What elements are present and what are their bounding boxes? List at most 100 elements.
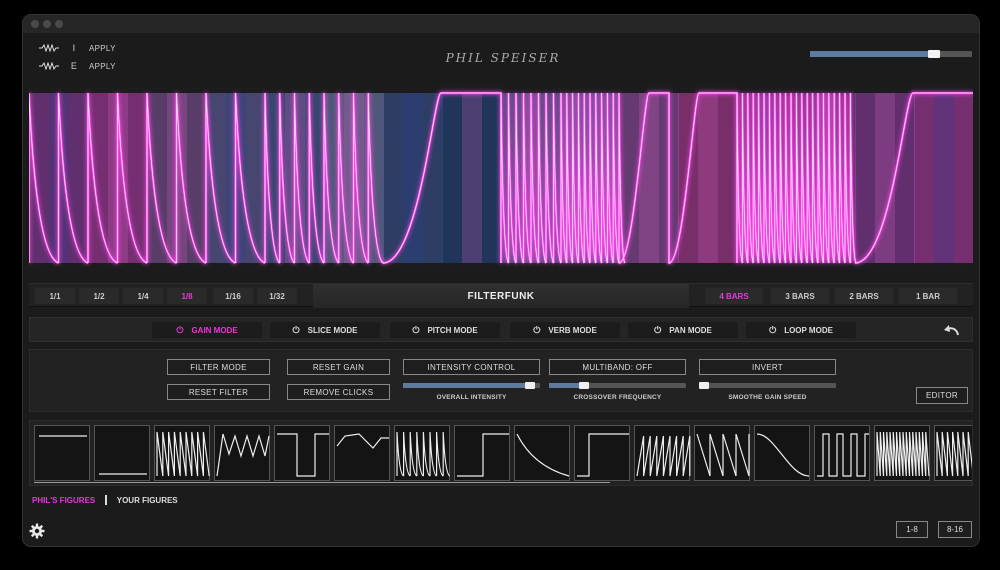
undo-icon[interactable] — [942, 323, 960, 337]
slider-thumb[interactable] — [699, 382, 709, 389]
figure-shape — [756, 433, 810, 477]
modifier-row-i[interactable]: I APPLY — [39, 43, 116, 53]
figure-thumbnail[interactable] — [394, 425, 451, 481]
division-button[interactable]: 1/16 — [213, 288, 253, 304]
figure-thumbnail[interactable] — [934, 425, 972, 481]
figure-shape — [277, 433, 329, 477]
figure-thumbnail[interactable] — [214, 425, 270, 481]
power-icon: ⏻ — [533, 324, 541, 335]
reset-gain-button[interactable]: RESET GAIN — [287, 359, 390, 375]
modifier-letter: E — [70, 61, 78, 71]
overall-intensity-slider[interactable] — [403, 382, 540, 389]
figure-shape — [936, 431, 972, 477]
figure-tabs: PHIL'S FIGURES YOUR FIGURES — [32, 495, 178, 505]
horizontal-scrollbar[interactable] — [34, 482, 610, 483]
figure-shape — [156, 431, 210, 477]
mode-button[interactable]: ⏻ SLICE MODE — [270, 322, 380, 338]
filter-mode-button[interactable]: FILTER MODE — [167, 359, 270, 375]
envelope-graph — [29, 91, 973, 265]
power-icon: ⏻ — [292, 324, 300, 335]
zoom-window-button[interactable] — [55, 20, 63, 28]
figure-thumbnail[interactable] — [754, 425, 810, 481]
figure-thumbnail[interactable] — [814, 425, 870, 481]
title-bar — [23, 15, 979, 33]
mode-label: VERB MODE — [548, 325, 597, 335]
figure-thumbnail[interactable] — [874, 425, 930, 481]
multiband-toggle[interactable]: MULTIBAND: OFF — [549, 359, 686, 375]
figure-shape — [39, 435, 87, 437]
waveform-display[interactable] — [29, 85, 973, 270]
preset-name[interactable]: FILTERFUNK — [313, 284, 689, 308]
mode-button[interactable]: ⏻ PITCH MODE — [390, 322, 500, 338]
gear-icon[interactable] — [29, 523, 45, 539]
figure-thumbnail[interactable] — [574, 425, 630, 481]
bar-length-button[interactable]: 4 BARS — [705, 288, 763, 304]
mode-label: LOOP MODE — [784, 325, 833, 335]
power-icon: ⏻ — [412, 324, 420, 335]
mode-button[interactable]: ⏻ GAIN MODE — [152, 322, 262, 338]
figure-shape — [636, 435, 691, 477]
slider-fill — [403, 383, 534, 388]
slider-fill — [810, 51, 937, 57]
division-button[interactable]: 1/32 — [257, 288, 297, 304]
figure-shape — [516, 433, 570, 477]
bar-length-button[interactable]: 2 BARS — [835, 288, 893, 304]
crossover-frequency-slider[interactable] — [549, 382, 686, 389]
bar-length-button[interactable]: 3 BARS — [771, 288, 829, 304]
modifier-row-e[interactable]: E APPLY — [39, 61, 116, 71]
page-1-8-button[interactable]: 1-8 — [896, 521, 928, 538]
mode-label: PITCH MODE — [427, 325, 478, 335]
figure-thumbnail[interactable] — [274, 425, 330, 481]
control-panel: FILTER MODE RESET FILTER RESET GAIN REMO… — [29, 349, 973, 412]
mode-button[interactable]: ⏻ LOOP MODE — [746, 322, 856, 338]
figure-thumbnail[interactable] — [94, 425, 150, 481]
tab-separator — [105, 495, 107, 505]
figure-thumbnail[interactable] — [694, 425, 750, 481]
mode-label: PAN MODE — [669, 325, 712, 335]
slider-thumb[interactable] — [579, 382, 590, 389]
slider-thumb[interactable] — [928, 50, 941, 58]
bar-length-button[interactable]: 1 BAR — [899, 288, 957, 304]
figure-shape — [396, 431, 451, 477]
division-button[interactable]: 1/4 — [123, 288, 163, 304]
apply-button[interactable]: APPLY — [89, 62, 116, 71]
figure-shape — [876, 431, 930, 477]
slider-thumb[interactable] — [525, 382, 536, 389]
power-icon: ⏻ — [654, 324, 662, 335]
figure-shape — [99, 473, 147, 475]
waveform-icon — [39, 44, 59, 52]
overall-intensity-label: OVERALL INTENSITY — [436, 394, 507, 401]
minimize-window-button[interactable] — [43, 20, 51, 28]
output-slider[interactable] — [810, 50, 972, 58]
brand-logo: PHIL SPEISER — [445, 51, 561, 65]
reset-filter-button[interactable]: RESET FILTER — [167, 384, 270, 400]
tab-your-figures[interactable]: YOUR FIGURES — [117, 496, 178, 505]
remove-clicks-button[interactable]: REMOVE CLICKS — [287, 384, 390, 400]
close-window-button[interactable] — [31, 20, 39, 28]
smoothe-gain-speed-slider[interactable] — [699, 382, 836, 389]
page-8-16-button[interactable]: 8-16 — [938, 521, 972, 538]
figure-shape — [817, 433, 869, 477]
figure-thumbnail[interactable] — [514, 425, 570, 481]
mode-button[interactable]: ⏻ VERB MODE — [510, 322, 620, 338]
figure-thumbnail[interactable] — [634, 425, 691, 481]
division-button[interactable]: 1/8 — [167, 288, 207, 304]
apply-button[interactable]: APPLY — [89, 44, 116, 53]
figure-thumbnail[interactable] — [454, 425, 510, 481]
editor-button[interactable]: EDITOR — [916, 387, 968, 404]
invert-button[interactable]: INVERT — [699, 359, 836, 375]
figure-thumbnail[interactable] — [334, 425, 390, 481]
figure-shape — [336, 433, 389, 449]
figure-thumbnail[interactable] — [154, 425, 210, 481]
figure-thumbnail[interactable] — [34, 425, 90, 481]
tab-phils-figures[interactable]: PHIL'S FIGURES — [32, 496, 95, 505]
mode-button[interactable]: ⏻ PAN MODE — [628, 322, 738, 338]
smoothe-gain-speed-label: SMOOTHE GAIN SPEED — [728, 394, 807, 401]
intensity-control-button[interactable]: INTENSITY CONTROL — [403, 359, 540, 375]
division-button[interactable]: 1/1 — [35, 288, 75, 304]
figure-library — [29, 420, 973, 486]
mode-label: GAIN MODE — [191, 325, 238, 335]
figure-shape — [696, 433, 750, 477]
division-button[interactable]: 1/2 — [79, 288, 119, 304]
mode-label: SLICE MODE — [307, 325, 358, 335]
